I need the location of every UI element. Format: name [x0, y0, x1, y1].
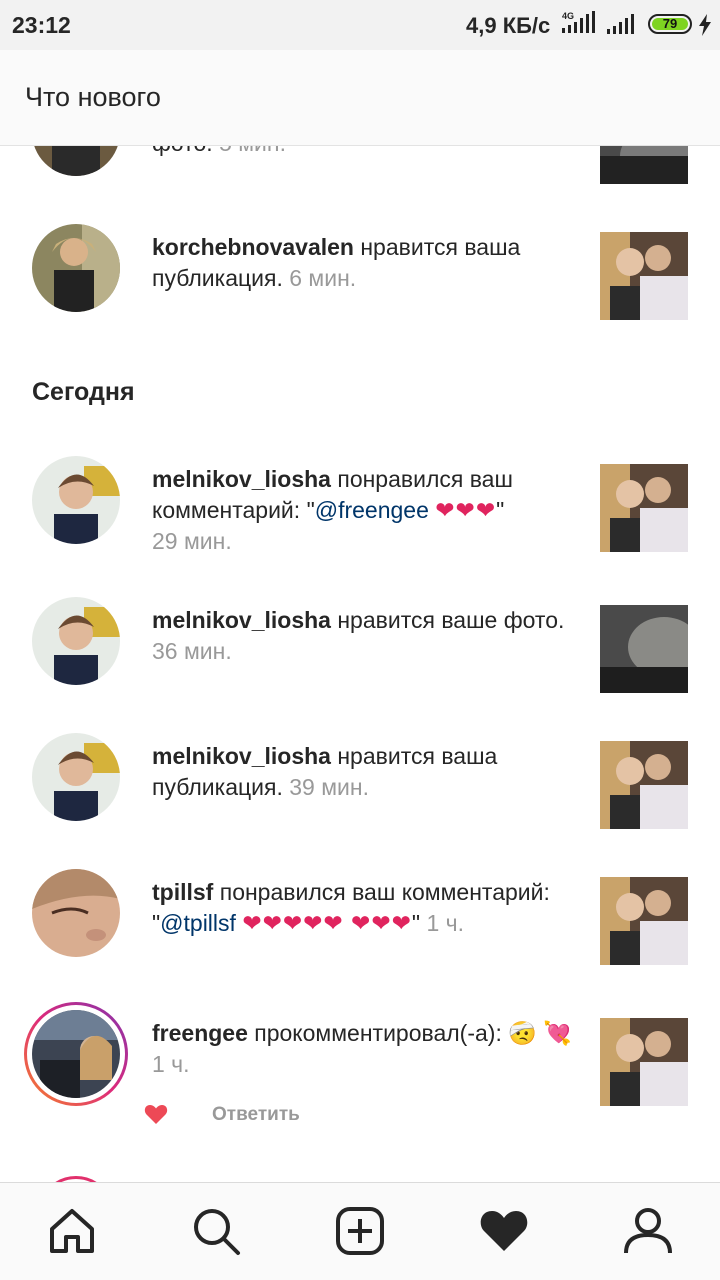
new-post-icon[interactable] — [334, 1205, 386, 1257]
timestamp: 36 мин. — [152, 638, 232, 664]
section-title-today: Сегодня — [32, 378, 135, 406]
status-time: 23:12 — [12, 12, 71, 38]
charging-icon — [698, 14, 712, 41]
timestamp: 1 ч. — [426, 910, 464, 936]
page-title: Что нового — [25, 82, 161, 112]
avatar[interactable] — [32, 1010, 120, 1098]
username[interactable]: melnikov_liosha — [152, 466, 331, 492]
post-thumbnail[interactable] — [600, 232, 688, 320]
battery-icon: 79 — [648, 14, 692, 34]
notification-text: melnikov_liosha нравится ваше фото. 36 м… — [152, 607, 565, 664]
signal-icon: 4G — [560, 10, 600, 41]
avatar[interactable] — [32, 597, 120, 685]
username[interactable]: korchebnovavalen — [152, 234, 354, 260]
timestamp: 1 ч. — [152, 1051, 190, 1077]
like-comment-heart-icon[interactable] — [144, 1103, 168, 1130]
notification-text: melnikov_liosha нравится ваша публикация… — [152, 743, 498, 800]
post-thumbnail[interactable] — [600, 146, 688, 184]
top-header: Что нового — [0, 50, 720, 146]
mention-link[interactable]: @tpillsf — [160, 910, 236, 936]
battery-level: 79 — [652, 17, 688, 30]
timestamp: 39 мин. — [289, 774, 369, 800]
reply-button[interactable]: Ответить — [212, 1104, 300, 1126]
username[interactable]: melnikov_liosha — [152, 607, 331, 633]
status-bar: 23:12 4,9 КБ/с 4G 79 — [0, 0, 720, 50]
avatar[interactable] — [32, 869, 120, 957]
search-icon[interactable] — [190, 1205, 242, 1257]
notification-text: melnikov_liosha понравился ваш комментар… — [152, 466, 513, 554]
activity-feed[interactable]: фото. 5 мин. korchebnovavalen нравится в… — [0, 146, 720, 1182]
network-speed: 4,9 КБ/с — [466, 13, 551, 38]
avatar[interactable] — [32, 224, 120, 312]
profile-icon[interactable] — [622, 1205, 674, 1257]
timestamp: 6 мин. — [289, 265, 357, 291]
username[interactable]: tpillsf — [152, 879, 213, 905]
post-thumbnail[interactable] — [600, 605, 688, 693]
post-thumbnail[interactable] — [600, 741, 688, 829]
username[interactable]: freengee — [152, 1020, 248, 1046]
timestamp: 29 мин. — [152, 528, 232, 554]
notification-text: freengee прокомментировал(-а): 🤕 💘 1 ч. — [152, 1020, 572, 1077]
avatar[interactable] — [32, 456, 120, 544]
notification-text: tpillsf понравился ваш комментарий: "@tp… — [152, 879, 550, 936]
username[interactable]: melnikov_liosha — [152, 743, 331, 769]
post-thumbnail[interactable] — [600, 464, 688, 552]
activity-heart-icon[interactable] — [478, 1205, 530, 1257]
avatar[interactable] — [32, 733, 120, 821]
notification-text: фото. 5 мин. — [152, 146, 572, 159]
notification-text: korchebnovavalen нравится ваша публикаци… — [152, 234, 521, 291]
home-icon[interactable] — [46, 1205, 98, 1257]
mention-link[interactable]: @freengee — [315, 497, 429, 523]
post-thumbnail[interactable] — [600, 877, 688, 965]
avatar[interactable] — [32, 146, 120, 176]
post-thumbnail[interactable] — [600, 1018, 688, 1106]
network-type: 4G — [562, 11, 574, 21]
bottom-navigation — [0, 1182, 720, 1280]
signal-icon — [606, 14, 638, 41]
